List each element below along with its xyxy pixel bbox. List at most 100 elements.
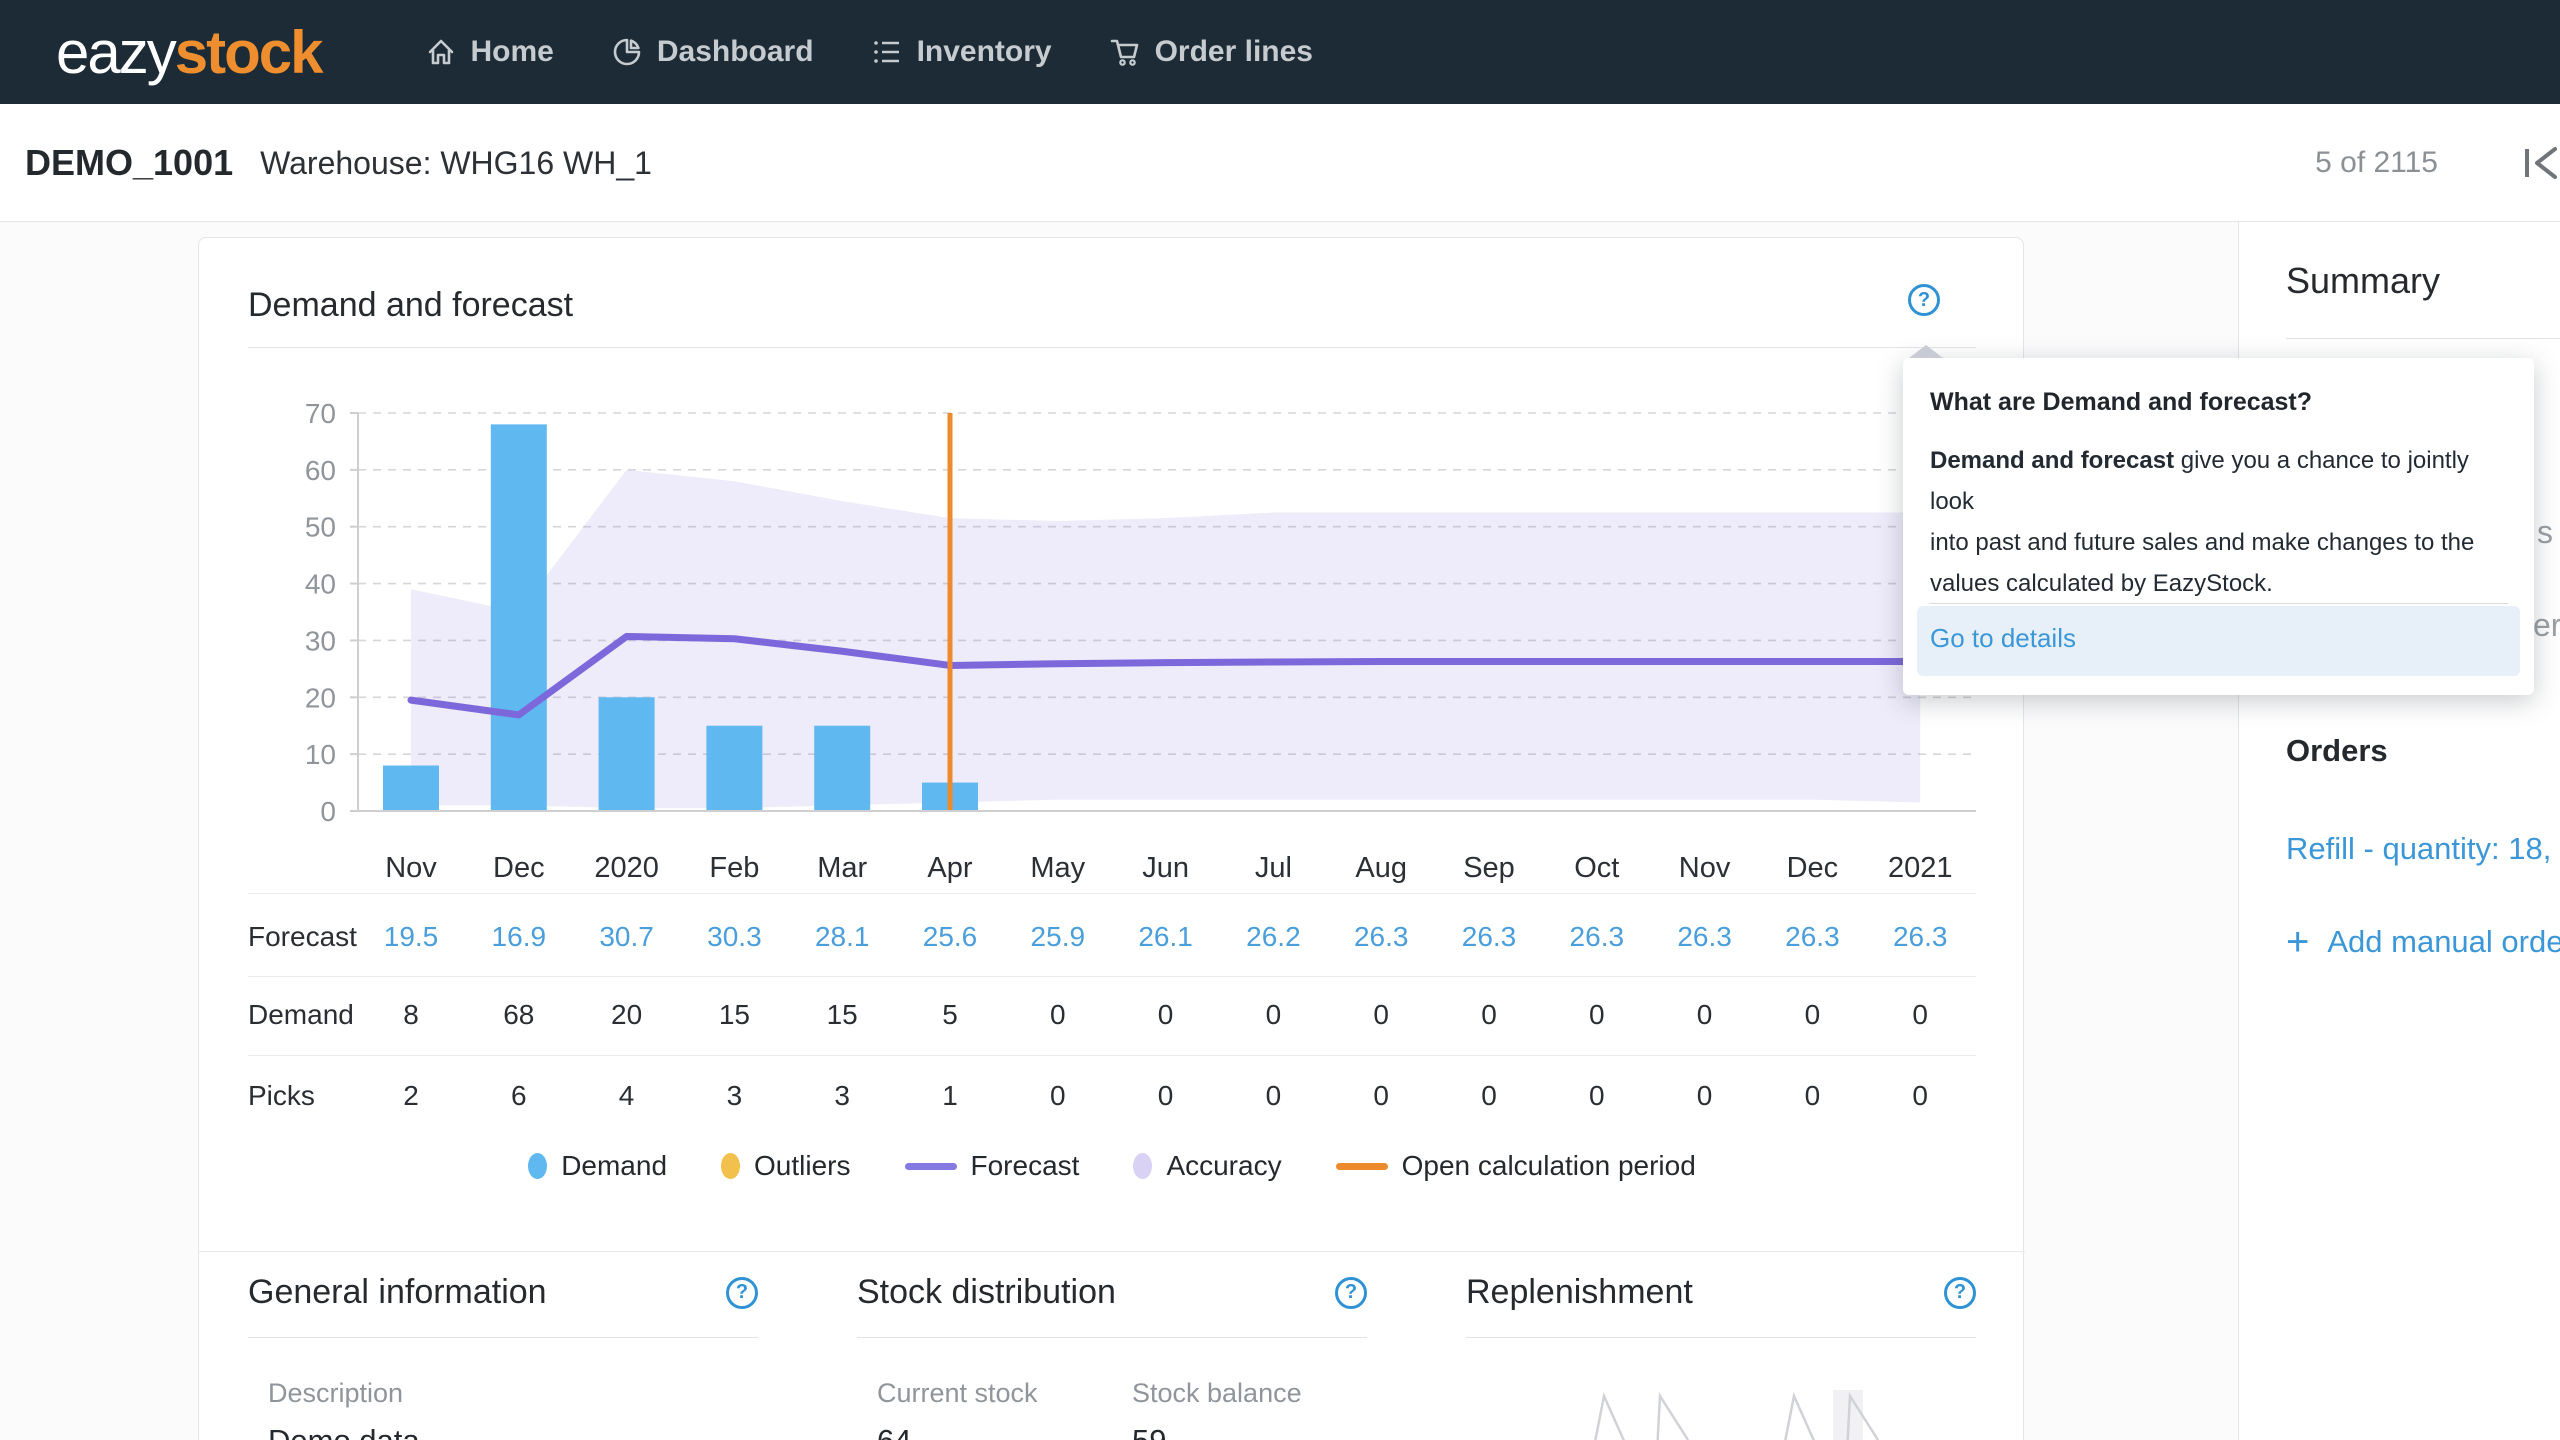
- legend-item-demand[interactable]: Demand: [528, 1150, 667, 1182]
- field-label: Description: [268, 1378, 404, 1408]
- divider: [2286, 338, 2560, 339]
- section-title: General information: [248, 1273, 547, 1311]
- forecast-value-cell[interactable]: 30.3: [686, 921, 782, 953]
- legend-item-open-calculation-period[interactable]: Open calculation period: [1335, 1150, 1696, 1182]
- y-axis-label: 10: [305, 739, 336, 770]
- forecast-value-cell[interactable]: 26.3: [1872, 921, 1968, 953]
- x-axis-label: Apr: [927, 852, 972, 884]
- inventory-icon: [873, 41, 899, 63]
- refill-order-link[interactable]: Refill - quantity: 18, e: [2286, 831, 2560, 867]
- legend-swatch: [904, 1162, 957, 1170]
- y-axis-label: 70: [305, 398, 336, 429]
- first-page-icon[interactable]: [2520, 141, 2560, 185]
- orders-title: Orders: [2286, 733, 2388, 768]
- legend-item-outliers[interactable]: Outliers: [721, 1150, 851, 1182]
- picks-value-cell: 0: [1157, 1080, 1174, 1111]
- field-description: Description Demo data description: [248, 1378, 555, 1440]
- x-axis-label: 2020: [594, 852, 659, 884]
- demand-value-cell: 15: [826, 999, 858, 1030]
- field-value: 64: [877, 1423, 1112, 1440]
- demand-value-cell: 0: [1373, 999, 1389, 1030]
- forecast-value-cell[interactable]: 19.5: [363, 921, 459, 953]
- x-axis-label: Oct: [1574, 852, 1619, 884]
- forecast-value-cell[interactable]: 26.1: [1118, 921, 1214, 953]
- x-axis-label: May: [1030, 852, 1085, 884]
- nav-item-order-lines[interactable]: Order lines: [1110, 35, 1313, 69]
- section-stock: Stock distribution?Current stock64Stock …: [857, 1273, 1367, 1440]
- demand-value-cell: 68: [503, 999, 535, 1030]
- legend-item-accuracy[interactable]: Accuracy: [1133, 1150, 1282, 1182]
- field-value: 59: [1132, 1423, 1367, 1440]
- demand-bar: [706, 725, 763, 811]
- demand-value-cell: 0: [1265, 999, 1282, 1030]
- legend-swatch: [1335, 1162, 1388, 1170]
- go-to-details-button[interactable]: Go to details: [1917, 606, 2520, 676]
- item-code: DEMO_1001: [25, 142, 234, 183]
- go-to-details-label: Go to details: [1930, 623, 2076, 653]
- add-manual-order-button[interactable]: + Add manual order: [2286, 922, 2560, 962]
- nav-item-label: Home: [470, 35, 554, 68]
- demand-bar: [383, 765, 439, 811]
- picks-value-cell: 0: [1912, 1080, 1928, 1111]
- field-current-stock: Current stock 64: [857, 1378, 1112, 1440]
- demand-value-cell: 0: [1481, 999, 1497, 1030]
- nav-item-label: Order lines: [1154, 35, 1313, 68]
- nav-item-label: Inventory: [916, 35, 1052, 68]
- nav-item-home[interactable]: Home: [426, 35, 554, 69]
- picks-value-cell: 0: [1589, 1080, 1605, 1111]
- picks-value-cell: 1: [942, 1080, 958, 1111]
- forecast-value-cell[interactable]: 26.3: [1441, 921, 1537, 953]
- legend-swatch: [721, 1153, 741, 1179]
- forecast-value-cell[interactable]: 16.9: [471, 921, 567, 953]
- tooltip-body: Demand and forecast give you a chance to…: [1930, 440, 2510, 604]
- forecast-value-cell[interactable]: 26.3: [1657, 921, 1753, 953]
- tooltip-title: What are Demand and forecast?: [1930, 388, 2313, 416]
- eazystock-logo[interactable]: eazystock: [56, 18, 324, 87]
- y-axis-label: 20: [305, 682, 336, 713]
- picks-value-cell: 4: [618, 1080, 635, 1111]
- nav-item-label: Dashboard: [656, 35, 814, 68]
- demand-forecast-card: Demand and forecast ? 0 10 20 30 40 50 60 70 Nov…: [198, 237, 2025, 1440]
- section-fields: Description Demo data description: [248, 1378, 758, 1440]
- forecast-value-cell[interactable]: 30.7: [579, 921, 675, 953]
- home-icon: [428, 39, 453, 65]
- forecast-value-cell[interactable]: 26.3: [1333, 921, 1429, 953]
- x-axis-label: Aug: [1355, 852, 1407, 884]
- legend-label: Forecast: [970, 1150, 1080, 1181]
- help-icon[interactable]: ?: [1944, 1276, 1976, 1309]
- demand-bar: [490, 424, 547, 811]
- divider: [1929, 603, 2508, 604]
- forecast-value-cell[interactable]: 25.6: [902, 921, 998, 953]
- forecast-value-cell[interactable]: 26.3: [1549, 921, 1645, 953]
- legend-item-forecast[interactable]: Forecast: [904, 1150, 1080, 1182]
- y-axis-label: 50: [305, 512, 336, 543]
- section-general: General information? Description Demo data…: [248, 1273, 758, 1440]
- demand-bar: [598, 697, 655, 811]
- x-axis-label: 2021: [1888, 852, 1953, 884]
- help-icon[interactable]: ?: [726, 1276, 758, 1309]
- warehouse-label: Warehouse: WHG16 WH_1: [260, 144, 652, 181]
- forecast-value-cell[interactable]: 26.2: [1225, 921, 1321, 953]
- forecast-value-cell[interactable]: 25.9: [1010, 921, 1106, 953]
- section-title: Stock distribution: [857, 1273, 1116, 1311]
- legend-label: Open calculation period: [1401, 1150, 1696, 1181]
- table-row-label: Forecast: [248, 921, 357, 952]
- nav-item-inventory[interactable]: Inventory: [872, 35, 1052, 69]
- help-icon[interactable]: ?: [1335, 1276, 1367, 1309]
- logo-stock: stock: [174, 18, 324, 86]
- nav-item-dashboard[interactable]: Dashboard: [612, 35, 814, 69]
- tooltip-body-line: into past and future sales and make chan…: [1930, 529, 2475, 556]
- add-manual-order-label: Add manual order: [2327, 924, 2560, 959]
- page-header: DEMO_1001 Warehouse: WHG16 WH_1 5 of 211…: [0, 104, 2560, 222]
- tooltip-body-line: Demand and forecast give you a chance to…: [1930, 447, 2469, 515]
- divider: [248, 1337, 758, 1338]
- logo-eazy: eazy: [56, 18, 177, 86]
- forecast-value-cell[interactable]: 28.1: [794, 921, 890, 953]
- chart-legend: Demand Outliers Forecast Accuracy Open calcu…: [199, 1150, 2025, 1182]
- plus-icon: +: [2286, 920, 2310, 964]
- demand-value-cell: 5: [942, 999, 958, 1030]
- forecast-value-cell[interactable]: 26.3: [1764, 921, 1860, 953]
- x-axis-label: Jun: [1142, 852, 1189, 884]
- legend-label: Accuracy: [1166, 1150, 1282, 1181]
- clipped-text-fragment: s: [2537, 514, 2553, 550]
